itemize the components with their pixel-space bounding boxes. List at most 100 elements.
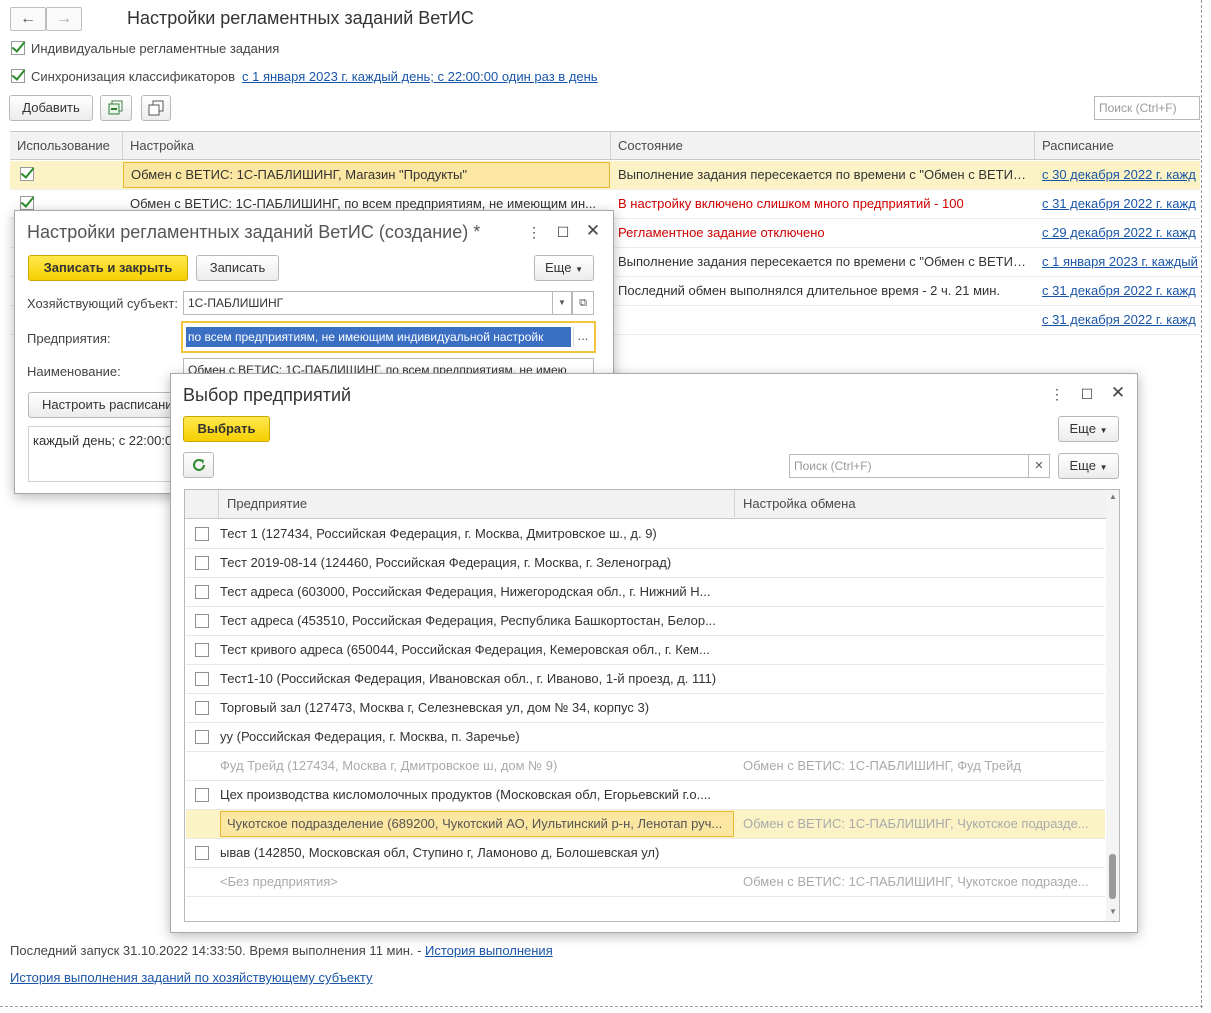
dropdown-arrow-icon: ▼	[1099, 426, 1108, 435]
more-vertical-icon[interactable]: ⋮	[526, 224, 542, 240]
more-button-top[interactable]: Еще ▼	[1058, 416, 1119, 442]
arrow-right-icon: →	[56, 10, 72, 27]
list-item[interactable]: Тест адреса (603000, Российская Федераци…	[186, 578, 1105, 607]
exchange-cell: Обмен с ВЕТИС: 1С-ПАБЛИШИНГ, Фуд Трейд	[743, 758, 1021, 773]
scrollbar-thumb[interactable]	[1109, 854, 1116, 899]
add-button[interactable]: Добавить	[9, 95, 93, 121]
maximize-icon[interactable]: ☐	[1079, 386, 1095, 402]
col-enterprise[interactable]: Предприятие	[219, 490, 735, 517]
more-button[interactable]: Еще ▼	[1058, 453, 1119, 479]
list-item[interactable]: Тест 2019-08-14 (124460, Российская Феде…	[186, 549, 1105, 578]
enterprise-checkbox[interactable]	[195, 527, 209, 541]
enterprise-checkbox[interactable]	[195, 730, 209, 744]
enterprise-checkbox[interactable]	[195, 672, 209, 686]
select-ellipsis-button[interactable]: ...	[573, 327, 592, 347]
schedule-link[interactable]: с 29 декабря 2022 г. кажд	[1035, 219, 1203, 247]
enterprise-cell: Тест 2019-08-14 (124460, Российская Феде…	[220, 555, 672, 570]
col-exchange[interactable]: Настройка обмена	[735, 490, 1106, 517]
scroll-up-icon[interactable]: ▲	[1109, 492, 1117, 501]
sync-classifiers-label: Синхронизация классификаторов	[31, 69, 235, 84]
schedule-link[interactable]: с 31 декабря 2022 г. кажд	[1035, 190, 1203, 218]
schedule-link[interactable]: с 1 января 2023 г. каждый	[1035, 248, 1203, 276]
enterprises-field[interactable]: по всем предприятиям, не имеющим индивид…	[186, 327, 571, 347]
schedule-link[interactable]: с 31 декабря 2022 г. кажд	[1035, 277, 1203, 305]
list-item[interactable]: Тест адреса (453510, Российская Федераци…	[186, 607, 1105, 636]
enterprises-field-frame: по всем предприятиям, не имеющим индивид…	[181, 321, 596, 353]
entity-field[interactable]: 1С-ПАБЛИШИНГ	[183, 291, 553, 315]
exchange-cell	[743, 578, 1098, 606]
list-item[interactable]: уу (Российская Федерация, г. Москва, п. …	[186, 723, 1105, 752]
enterprise-checkbox[interactable]	[195, 701, 209, 715]
exchange-cell	[743, 694, 1098, 722]
list-item[interactable]: Фуд Трейд (127434, Москва г, Дмитровское…	[186, 752, 1105, 781]
history-link[interactable]: История выполнения	[425, 943, 553, 958]
state-cell: В настройку включено слишком много предп…	[618, 196, 964, 211]
exchange-cell	[743, 520, 1098, 548]
list-item[interactable]: Цех производства кисломолочных продуктов…	[186, 781, 1105, 810]
open-link-icon[interactable]: ⧉	[572, 291, 594, 315]
name-label: Наименование:	[27, 364, 121, 379]
usage-cell	[10, 161, 123, 189]
maximize-icon[interactable]: ☐	[555, 224, 571, 240]
close-icon[interactable]: ✕	[1110, 384, 1126, 401]
copy-button[interactable]	[141, 95, 171, 121]
enterprise-cell: ывав (142850, Московская обл, Ступино г,…	[220, 845, 660, 860]
enterprise-checkbox[interactable]	[195, 788, 209, 802]
entity-dropdown-icon[interactable]: ▼	[552, 291, 572, 315]
col-setting[interactable]: Настройка	[123, 132, 611, 159]
individual-tasks-label: Индивидуальные регламентные задания	[31, 41, 280, 56]
list-item[interactable]: Торговый зал (127473, Москва г, Селезнев…	[186, 694, 1105, 723]
enterprise-cell: Тест1-10 (Российская Федерация, Ивановск…	[220, 671, 717, 686]
configure-schedule-button[interactable]: Настроить расписание	[28, 392, 188, 418]
state-cell: Выполнение задания пересекается по време…	[618, 254, 1035, 269]
list-item[interactable]: <Без предприятия> Обмен с ВЕТИС: 1С-ПАБЛИ…	[186, 868, 1105, 897]
save-button[interactable]: Записать	[196, 255, 279, 281]
usage-checkbox[interactable]	[20, 196, 34, 210]
enterprise-cell: уу (Российская Федерация, г. Москва, п. …	[220, 729, 520, 744]
close-icon[interactable]: ✕	[585, 222, 601, 239]
copy-refresh-button[interactable]	[100, 95, 132, 121]
col-usage[interactable]: Использование	[10, 132, 123, 159]
individual-tasks-checkbox[interactable]	[11, 41, 25, 55]
schedule-link[interactable]: с 30 декабря 2022 г. кажд	[1035, 161, 1203, 189]
table-row[interactable]: Обмен с ВЕТИС: 1С-ПАБЛИШИНГ, Магазин "Пр…	[10, 161, 1203, 190]
enterprise-checkbox[interactable]	[195, 585, 209, 599]
copy-icon	[148, 100, 164, 116]
select-button[interactable]: Выбрать	[183, 416, 270, 442]
refresh-copy-icon	[108, 100, 123, 115]
enterprise-checkbox[interactable]	[195, 643, 209, 657]
torn-edge-line-right	[1200, 0, 1202, 1008]
clear-search-icon[interactable]: ✕	[1028, 454, 1050, 478]
usage-checkbox[interactable]	[20, 167, 34, 181]
col-schedule[interactable]: Расписание	[1035, 132, 1203, 159]
list-item[interactable]: ывав (142850, Московская обл, Ступино г,…	[186, 839, 1105, 868]
enterprise-checkbox[interactable]	[195, 614, 209, 628]
list-item[interactable]: Чукотское подразделение (689200, Чукотск…	[186, 810, 1105, 839]
save-close-button[interactable]: Записать и закрыть	[28, 255, 188, 281]
exchange-cell	[743, 781, 1098, 809]
sync-schedule-link[interactable]: с 1 января 2023 г. каждый день; с 22:00:…	[242, 69, 598, 84]
arrow-left-icon: ←	[20, 10, 36, 27]
more-button[interactable]: Еще ▼	[534, 255, 594, 281]
schedule-link[interactable]: с 31 декабря 2022 г. кажд	[1035, 306, 1203, 334]
col-state[interactable]: Состояние	[611, 132, 1035, 159]
forward-button[interactable]: →	[46, 7, 82, 31]
history-by-entity-link[interactable]: История выполнения заданий по хозяйствую…	[10, 970, 373, 985]
list-item[interactable]: Тест кривого адреса (650044, Российская …	[186, 636, 1105, 665]
more-vertical-icon[interactable]: ⋮	[1049, 386, 1065, 402]
enterprise-checkbox[interactable]	[195, 556, 209, 570]
scroll-down-icon[interactable]: ▼	[1109, 907, 1117, 916]
enterprise-cell: <Без предприятия>	[220, 874, 338, 889]
torn-edge-line-bottom	[0, 1005, 1203, 1007]
list-item[interactable]: Тест 1 (127434, Российская Федерация, г.…	[186, 520, 1105, 549]
enterprise-checkbox[interactable]	[195, 846, 209, 860]
exchange-cell: Обмен с ВЕТИС: 1С-ПАБЛИШИНГ, Чукотское п…	[743, 874, 1089, 889]
select-search-input[interactable]: Поиск (Ctrl+F)	[789, 454, 1029, 478]
sync-classifiers-checkbox[interactable]	[11, 69, 25, 83]
main-search-input[interactable]: Поиск (Ctrl+F)	[1094, 96, 1200, 120]
exchange-cell	[743, 607, 1098, 635]
scrollbar[interactable]: ▲ ▼	[1106, 490, 1119, 921]
refresh-button[interactable]	[183, 452, 214, 478]
list-item[interactable]: Тест1-10 (Российская Федерация, Ивановск…	[186, 665, 1105, 694]
back-button[interactable]: ←	[10, 7, 46, 31]
